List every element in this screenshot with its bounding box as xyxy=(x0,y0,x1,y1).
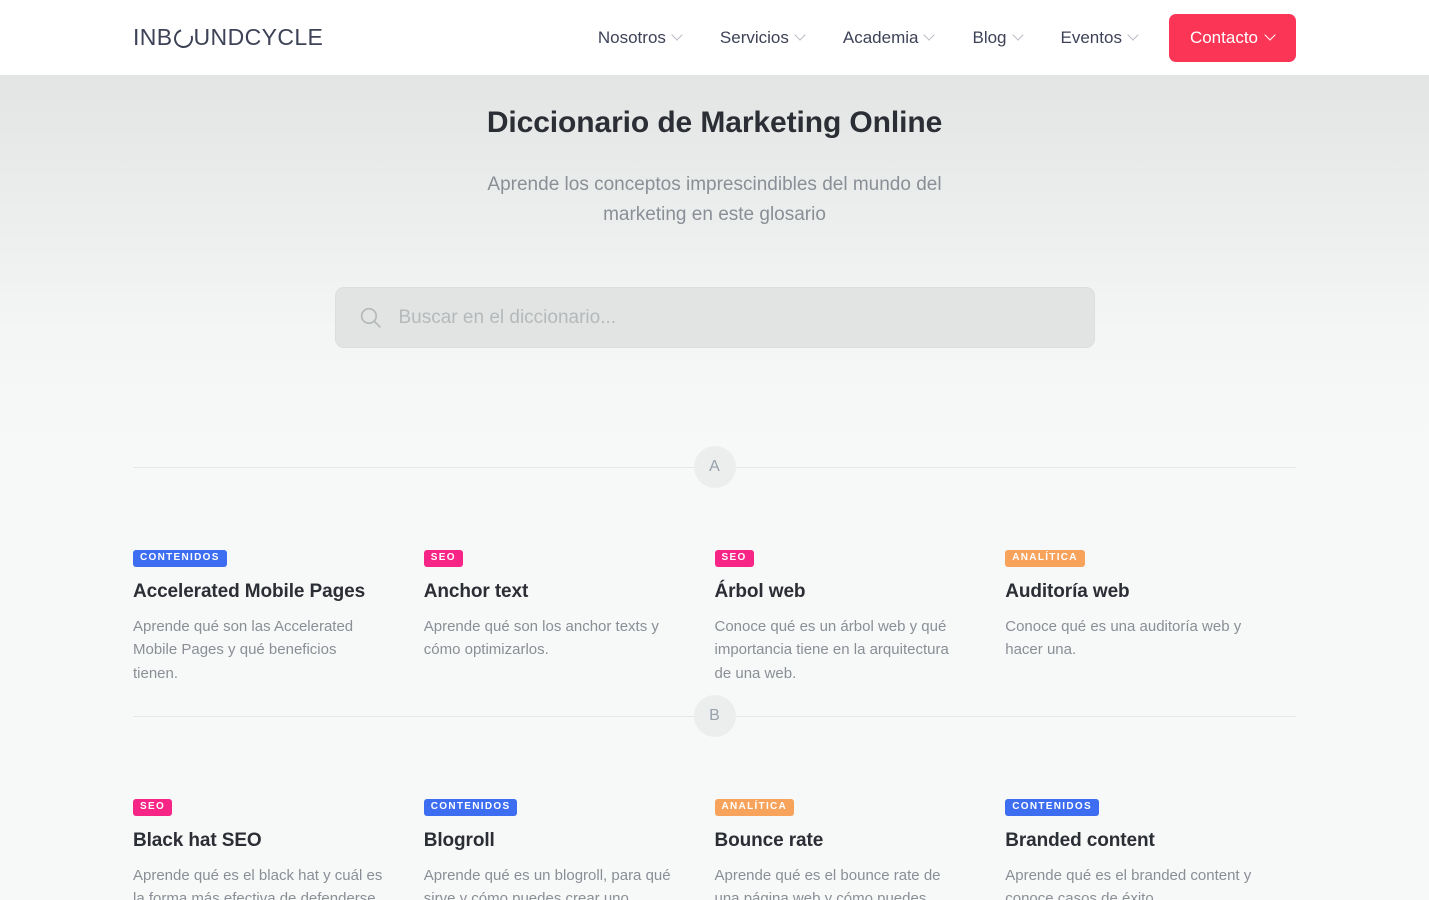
dictionary-entry-card[interactable]: ANALÍTICA Bounce rate Aprende qué es el … xyxy=(714,796,1006,900)
entry-description: Aprende qué son las Accelerated Mobile P… xyxy=(133,617,354,683)
dictionary-entry-card[interactable]: SEO Black hat SEO Aprende qué es el blac… xyxy=(133,796,424,900)
entry-title: Bounce rate xyxy=(714,829,824,851)
status-badge: CONTENIDOS xyxy=(133,550,227,568)
entry-title: Branded content xyxy=(1005,829,1155,851)
page-title: Diccionario de Marketing Online xyxy=(486,106,943,139)
chevron-down-icon xyxy=(673,31,682,40)
entry-title: Anchor text xyxy=(423,581,529,603)
main-navigation: Nosotros Servicios Academia Blog Eventos… xyxy=(579,13,1296,62)
search-icon xyxy=(358,305,383,330)
status-badge: ANALÍTICA xyxy=(714,798,795,816)
nav-item-blog[interactable]: Blog xyxy=(953,14,1041,62)
nav-item-servicios[interactable]: Servicios xyxy=(701,14,824,62)
entry-title: Accelerated Mobile Pages xyxy=(133,581,366,603)
contacto-button-label: Contacto xyxy=(1189,27,1258,47)
entry-grid-a: CONTENIDOS Accelerated Mobile Pages Apre… xyxy=(133,491,1296,692)
letter-badge: A xyxy=(693,446,736,489)
status-badge: CONTENIDOS xyxy=(423,798,518,816)
entry-title: Árbol web xyxy=(714,581,806,603)
chevron-down-icon xyxy=(1266,31,1275,40)
entry-title: Blogroll xyxy=(423,829,495,851)
entry-description: Aprende qué es el black hat y cuál es la… xyxy=(133,866,383,900)
hero-section: Diccionario de Marketing Online Aprende … xyxy=(0,75,1429,444)
logo-text-part1: INB xyxy=(133,24,173,50)
status-badge: ANALÍTICA xyxy=(1005,550,1085,568)
dictionary-entry-card[interactable]: CONTENIDOS Accelerated Mobile Pages Apre… xyxy=(133,547,424,686)
search-box[interactable] xyxy=(334,287,1095,349)
chevron-down-icon xyxy=(1129,31,1138,40)
chevron-down-icon xyxy=(1014,31,1023,40)
nav-item-label: Servicios xyxy=(719,27,789,47)
status-badge: SEO xyxy=(133,798,173,816)
letter-divider-a: A xyxy=(133,443,1296,491)
entry-description: Aprende qué es el bounce rate de una pág… xyxy=(714,866,941,900)
status-badge: CONTENIDOS xyxy=(1005,798,1099,816)
nav-item-label: Academia xyxy=(842,27,919,47)
dictionary-entry-card[interactable]: ANALÍTICA Auditoría web Conoce qué es un… xyxy=(1005,547,1296,686)
entry-description: Conoce qué es una auditoría web y hacer … xyxy=(1005,617,1242,659)
dictionary-entry-card[interactable]: SEO Anchor text Aprende qué son los anch… xyxy=(423,547,715,686)
site-logo[interactable]: INB UNDCYCLE xyxy=(133,24,324,52)
site-header: INB UNDCYCLE Nosotros Servicios Academia … xyxy=(0,0,1429,75)
dictionary-list: A CONTENIDOS Accelerated Mobile Pages Ap… xyxy=(0,443,1429,900)
status-badge: SEO xyxy=(714,550,754,568)
letter-divider-b: B xyxy=(133,692,1296,740)
entry-description: Aprende qué son los anchor texts y cómo … xyxy=(423,617,659,659)
search-area xyxy=(0,287,1429,443)
nav-item-label: Nosotros xyxy=(597,27,666,47)
nav-item-academia[interactable]: Academia xyxy=(824,14,954,62)
status-badge: SEO xyxy=(423,550,463,568)
entry-description: Aprende qué es un blogroll, para qué sir… xyxy=(423,866,671,900)
dictionary-entry-card[interactable]: CONTENIDOS Branded content Aprende qué e… xyxy=(1005,796,1296,900)
nav-item-eventos[interactable]: Eventos xyxy=(1042,14,1157,62)
contacto-button[interactable]: Contacto xyxy=(1168,13,1296,62)
chevron-down-icon xyxy=(925,31,934,40)
nav-item-label: Blog xyxy=(972,27,1007,47)
dictionary-entry-card[interactable]: SEO Árbol web Conoce qué es un árbol web… xyxy=(714,547,1006,686)
entry-description: Aprende qué es el branded content y cono… xyxy=(1005,866,1252,900)
entry-description: Conoce qué es un árbol web y qué importa… xyxy=(714,617,949,683)
chevron-down-icon xyxy=(796,31,805,40)
entry-title: Black hat SEO xyxy=(133,829,262,851)
logo-ring-o-icon xyxy=(170,25,196,52)
search-input[interactable] xyxy=(398,306,1072,329)
dictionary-entry-card[interactable]: CONTENIDOS Blogroll Aprende qué es un bl… xyxy=(423,796,715,900)
logo-text-part2: UNDCYCLE xyxy=(193,24,324,50)
entry-title: Auditoría web xyxy=(1005,581,1130,603)
letter-badge: B xyxy=(693,694,736,737)
page-subtitle: Aprende los conceptos imprescindibles de… xyxy=(487,173,942,226)
entry-grid-b: SEO Black hat SEO Aprende qué es el blac… xyxy=(133,740,1296,900)
nav-item-nosotros[interactable]: Nosotros xyxy=(579,14,701,62)
nav-item-label: Eventos xyxy=(1060,27,1122,47)
